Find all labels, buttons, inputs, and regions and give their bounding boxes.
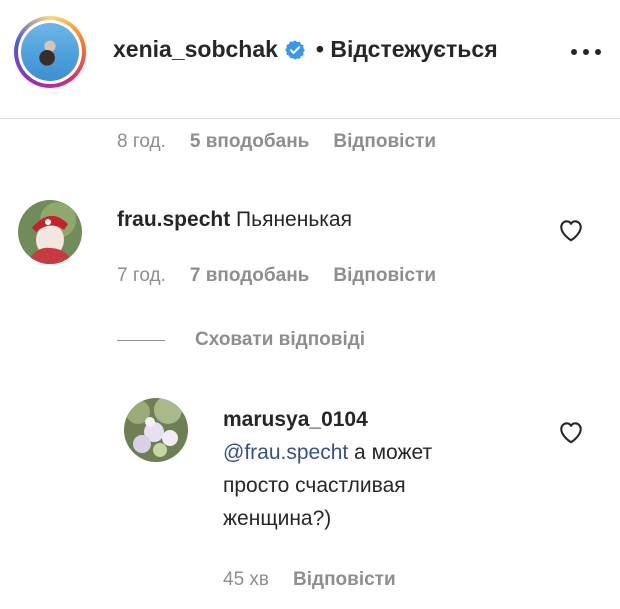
comment-text: frau.specht Пьяненькая [117,203,352,236]
comment-username[interactable]: frau.specht [117,208,230,231]
reply-body-line-3: женщина?) [223,507,332,530]
reply-username[interactable]: marusya_0104 [223,403,553,436]
post-author-username[interactable]: xenia_sobchak [113,36,278,63]
hide-replies-button[interactable]: Сховати відповіді [117,329,365,351]
more-options-icon[interactable] [566,42,606,62]
reply-button[interactable]: Відповісти [333,131,436,153]
reply-text: marusya_0104 @frau.specht а может просто… [223,403,553,535]
comment-avatar[interactable] [18,200,82,264]
hide-replies-line [117,339,165,341]
avatar-image [124,398,188,462]
post-author-avatar-ring[interactable] [14,16,86,88]
reply-body-line-2: просто счастливая [223,474,406,497]
reply-time[interactable]: 45 хв [223,569,269,591]
heart-icon[interactable] [558,218,584,242]
reply-avatar[interactable] [124,398,188,462]
avatar-image [21,23,79,81]
heart-icon[interactable] [558,420,584,444]
reply-body-line-1: а может [348,441,433,464]
reply-line-1: @frau.specht а может [223,436,553,469]
comment-likes[interactable]: 7 вподобань [190,265,309,287]
comment-time[interactable]: 7 год. [117,265,166,287]
comment-meta: 7 год. 7 вподобань Відповісти [117,265,436,287]
header-divider [0,118,620,119]
post-author: xenia_sobchak • Відстежується [113,36,498,63]
comment-likes[interactable]: 5 вподобань [190,131,309,153]
reply-button[interactable]: Відповісти [333,265,436,287]
reply-meta: 45 хв Відповісти [223,569,396,591]
top-comment-meta: 8 год. 5 вподобань Відповісти [117,131,436,153]
follow-status[interactable]: • Відстежується [316,36,498,63]
post-author-avatar [18,20,82,84]
avatar-image [18,200,82,264]
verified-badge-icon [285,39,305,60]
mention-link[interactable]: @frau.specht [223,441,348,464]
reply-button[interactable]: Відповісти [293,569,396,591]
post-header: xenia_sobchak • Відстежується [0,0,620,118]
comment-time[interactable]: 8 год. [117,131,166,153]
comment-body: Пьяненькая [236,208,352,231]
hide-replies-label: Сховати відповіді [195,329,366,350]
